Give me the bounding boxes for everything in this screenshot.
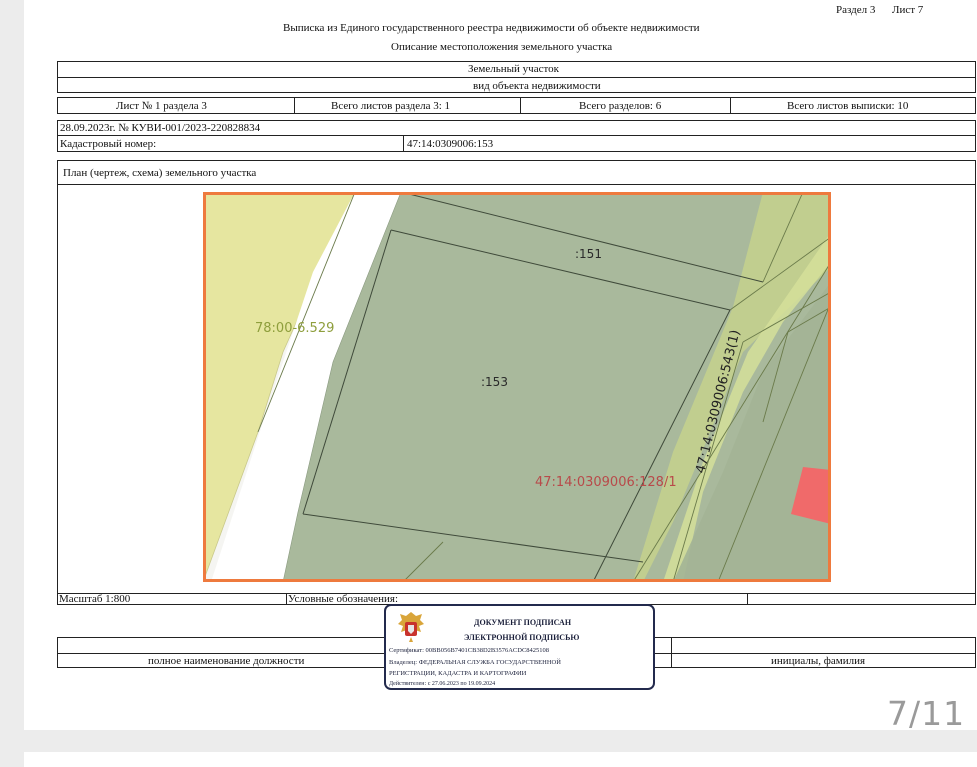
stamp-line1: ДОКУМЕНТ ПОДПИСАН (474, 618, 572, 627)
russian-coat-of-arms-icon (398, 612, 424, 642)
document-title: Выписка из Единого государственного реес… (283, 22, 700, 34)
object-type-row: Земельный участок (57, 61, 976, 78)
sheet-number: Лист № 1 раздела 3 (116, 100, 207, 112)
object-kind: вид объекта недвижимости (473, 80, 601, 92)
total-sheets-extract: Всего листов выписки: 10 (787, 100, 909, 112)
position-label: полное наименование должности (148, 655, 305, 667)
parcel-151-label: :151 (575, 247, 602, 261)
cadastral-label: Кадастровый номер: (60, 138, 157, 150)
record-row: 28.09.2023г. № КУВИ-001/2023-220828834 (57, 120, 976, 136)
parcel-left-label: 78:00-6.529 (255, 321, 334, 336)
stamp-valid: Действителен: с 27.06.2023 по 19.09.2024 (389, 681, 496, 687)
scale-label: Масштаб 1:800 (59, 593, 131, 605)
cadastral-value: 47:14:0309006:153 (407, 138, 494, 150)
plan-title: План (чертеж, схема) земельного участка (63, 167, 257, 179)
section-label: Раздел 3 (836, 4, 876, 16)
initials-label: инициалы, фамилия (771, 655, 866, 667)
stamp-line2: ЭЛЕКТРОННОЙ ПОДПИСЬЮ (464, 633, 580, 642)
total-sections: Всего разделов: 6 (579, 100, 662, 112)
next-document-page (24, 752, 977, 767)
document-subtitle: Описание местоположения земельного участ… (391, 41, 613, 53)
stamp-certificate: Сертификат: 00BB056B7401CB38D2B3576ACDC8… (389, 647, 550, 654)
cadastral-row: Кадастровый номер: 47:14:0309006:153 (57, 135, 976, 152)
date-number: 28.09.2023г. № КУВИ-001/2023-220828834 (60, 122, 261, 134)
plan-title-row: План (чертеж, схема) земельного участка (57, 160, 976, 185)
electronic-signature-stamp: ДОКУМЕНТ ПОДПИСАН ЭЛЕКТРОННОЙ ПОДПИСЬЮ С… (384, 604, 655, 690)
stamp-owner-line1: Владелец: ФЕДЕРАЛЬНАЯ СЛУЖБА ГОСУДАРСТВЕ… (389, 659, 561, 666)
sheet-info-row: Лист № 1 раздела 3 Всего листов раздела … (57, 97, 976, 114)
stamp-owner-line2: РЕГИСТРАЦИИ, КАДАСТРА И КАРТОГРАФИИ (389, 670, 527, 677)
sheet-label: Лист 7 (892, 4, 924, 16)
object-type: Земельный участок (468, 63, 559, 75)
parcel-map: 78:00-6.529 :151 :153 47:14:0309006:128/… (203, 192, 831, 582)
parcel-128-label: 47:14:0309006:128/1 (535, 475, 677, 490)
legend-label: Условные обозначения: (288, 593, 399, 605)
object-kind-row: вид объекта недвижимости (57, 77, 976, 93)
parcel-153-label: :153 (481, 375, 508, 389)
page-indicator: 7/11 (887, 694, 966, 733)
total-sheets-section: Всего листов раздела 3: 1 (331, 100, 451, 112)
